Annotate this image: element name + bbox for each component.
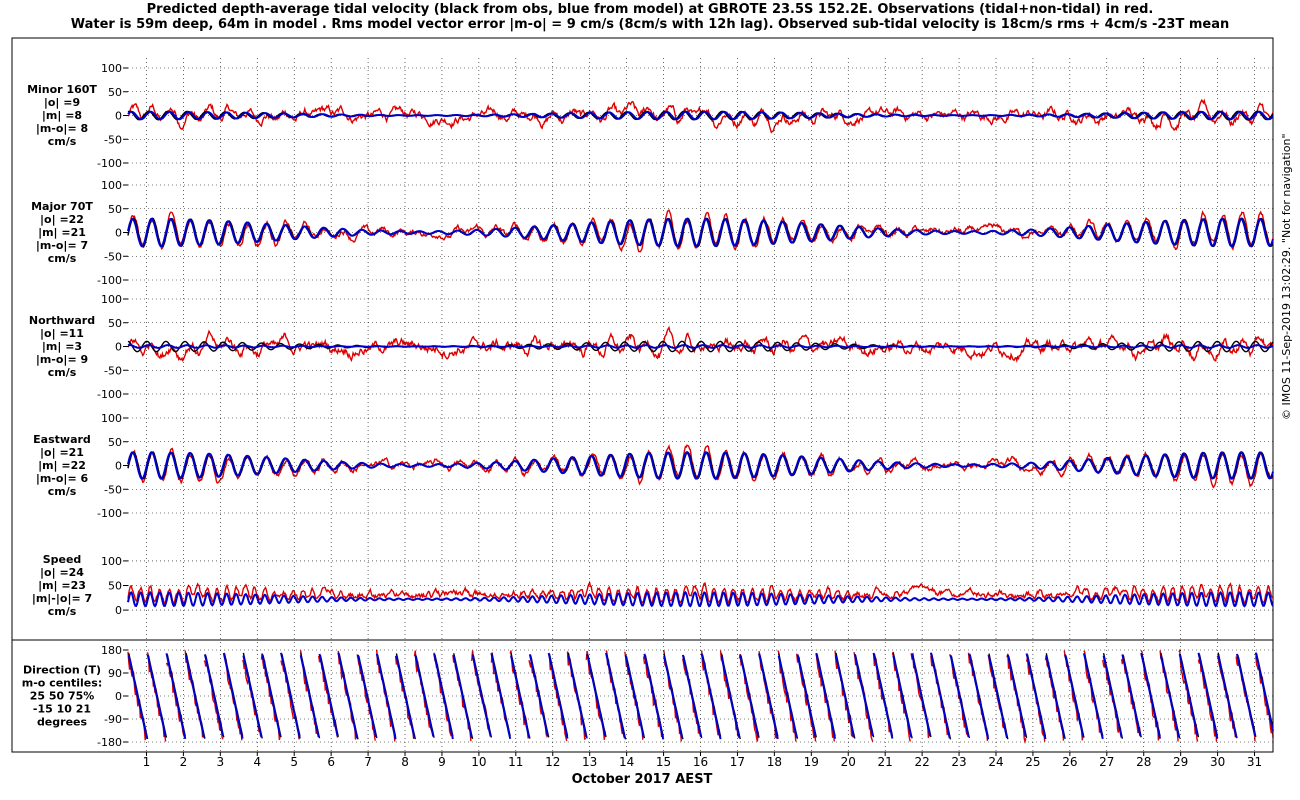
x-tick-label: 31 bbox=[1247, 755, 1262, 769]
tidal-velocity-chart: 100500-50-100Minor 160T|o| =9|m| =8|m-o|… bbox=[11, 37, 1274, 787]
y-tick-label: 50 bbox=[108, 86, 122, 99]
panel-label: cm/s bbox=[48, 366, 77, 379]
series-model-line bbox=[127, 344, 1274, 349]
y-tick-label: 0 bbox=[115, 460, 122, 473]
y-tick-label: 180 bbox=[101, 644, 122, 657]
x-tick-label: 7 bbox=[364, 755, 372, 769]
panel-label: cm/s bbox=[48, 135, 77, 148]
panel-label: Direction (T) bbox=[23, 664, 101, 677]
panel-label: Speed bbox=[43, 553, 82, 566]
x-tick-label: 19 bbox=[804, 755, 819, 769]
y-tick-label: 0 bbox=[115, 690, 122, 703]
y-tick-label: 50 bbox=[108, 580, 122, 593]
x-tick-label: 23 bbox=[951, 755, 966, 769]
x-tick-label: 13 bbox=[582, 755, 597, 769]
y-tick-label: 50 bbox=[108, 436, 122, 449]
y-tick-label: -100 bbox=[97, 157, 122, 170]
y-tick-label: -100 bbox=[97, 507, 122, 520]
y-tick-label: -50 bbox=[104, 483, 122, 496]
x-tick-label: 29 bbox=[1173, 755, 1188, 769]
x-tick-label: 12 bbox=[545, 755, 560, 769]
y-tick-label: 100 bbox=[101, 179, 122, 192]
panel-label: Minor 160T bbox=[27, 83, 97, 96]
panel-label: |m| =21 bbox=[38, 226, 86, 239]
y-tick-label: -50 bbox=[104, 133, 122, 146]
x-tick-label: 18 bbox=[767, 755, 782, 769]
y-tick-label: 100 bbox=[101, 555, 122, 568]
panel-label: |m-o|= 8 bbox=[36, 122, 88, 135]
y-tick-label: 100 bbox=[101, 62, 122, 75]
panel-label: |o| =21 bbox=[40, 446, 84, 459]
x-tick-label: 1 bbox=[143, 755, 151, 769]
y-tick-label: -50 bbox=[104, 364, 122, 377]
x-tick-label: 11 bbox=[508, 755, 523, 769]
y-tick-label: 50 bbox=[108, 317, 122, 330]
chart-page: Predicted depth-average tidal velocity (… bbox=[0, 0, 1300, 800]
x-tick-label: 14 bbox=[619, 755, 634, 769]
panel-label: m-o centiles: bbox=[22, 677, 102, 690]
panel-label: |m-o|= 6 bbox=[36, 472, 89, 485]
panel-label: |m| =22 bbox=[38, 459, 86, 472]
x-tick-label: 21 bbox=[878, 755, 893, 769]
panel-label: |m-o|= 7 bbox=[36, 239, 88, 252]
panel-label: cm/s bbox=[48, 252, 77, 265]
x-tick-label: 24 bbox=[988, 755, 1003, 769]
x-tick-label: 15 bbox=[656, 755, 671, 769]
panel-label: Northward bbox=[29, 314, 95, 327]
x-tick-label: 4 bbox=[253, 755, 261, 769]
panel-label: |m-o|= 9 bbox=[36, 353, 88, 366]
y-tick-label: 0 bbox=[115, 110, 122, 123]
x-tick-label: 22 bbox=[914, 755, 929, 769]
x-tick-label: 30 bbox=[1210, 755, 1225, 769]
panel-label: |o| =22 bbox=[40, 213, 84, 226]
x-tick-label: 2 bbox=[180, 755, 188, 769]
x-tick-label: 9 bbox=[438, 755, 446, 769]
panel-label: Major 70T bbox=[31, 200, 93, 213]
x-tick-label: 26 bbox=[1062, 755, 1077, 769]
y-tick-label: -100 bbox=[97, 388, 122, 401]
upper-frame bbox=[11, 37, 1274, 641]
panel-label: |o| =9 bbox=[44, 96, 80, 109]
y-tick-label: -180 bbox=[97, 736, 122, 749]
y-tick-label: -100 bbox=[97, 274, 122, 287]
panel-label: |m| =8 bbox=[42, 109, 82, 122]
x-tick-label: 3 bbox=[217, 755, 225, 769]
y-tick-label: -90 bbox=[104, 713, 122, 726]
x-tick-label: 8 bbox=[401, 755, 409, 769]
y-tick-label: 100 bbox=[101, 412, 122, 425]
y-tick-label: 50 bbox=[108, 203, 122, 216]
panel-label: |m| =23 bbox=[38, 579, 86, 592]
x-tick-label: 17 bbox=[730, 755, 745, 769]
x-tick-label: 6 bbox=[327, 755, 335, 769]
x-tick-label: 10 bbox=[471, 755, 486, 769]
panel-label: |m|-|o|= 7 bbox=[32, 592, 92, 605]
panel-label: -15 10 21 bbox=[33, 703, 91, 716]
y-tick-label: 0 bbox=[115, 604, 122, 617]
y-tick-label: 0 bbox=[115, 227, 122, 240]
x-tick-label: 27 bbox=[1099, 755, 1114, 769]
x-tick-label: 25 bbox=[1025, 755, 1040, 769]
panel-label: degrees bbox=[37, 716, 88, 729]
y-tick-label: 90 bbox=[108, 667, 122, 680]
panel-label: |o| =11 bbox=[40, 327, 84, 340]
panel-label: 25 50 75% bbox=[30, 690, 95, 703]
copyright-footer: © IMOS 11-Sep-2019 13:02:29. "Not for na… bbox=[1280, 133, 1293, 420]
panel-label: cm/s bbox=[48, 605, 77, 618]
x-axis-label: October 2017 AEST bbox=[572, 772, 713, 787]
y-tick-label: 100 bbox=[101, 293, 122, 306]
y-tick-label: -50 bbox=[104, 250, 122, 263]
x-tick-label: 16 bbox=[693, 755, 708, 769]
panel-label: |o| =24 bbox=[40, 566, 84, 579]
x-tick-label: 20 bbox=[841, 755, 856, 769]
y-tick-label: 0 bbox=[115, 341, 122, 354]
panel-label: |m| =3 bbox=[42, 340, 82, 353]
panel-label: cm/s bbox=[48, 485, 77, 498]
panel-label: Eastward bbox=[33, 433, 91, 446]
x-tick-label: 5 bbox=[290, 755, 298, 769]
x-tick-label: 28 bbox=[1136, 755, 1151, 769]
